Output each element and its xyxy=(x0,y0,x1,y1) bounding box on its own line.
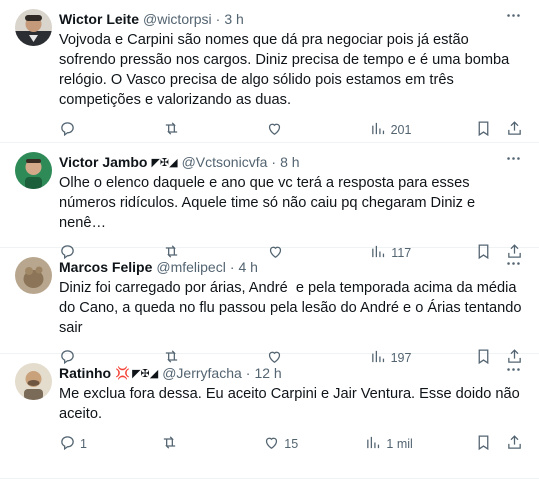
separator-dot: · xyxy=(229,259,235,275)
views-button[interactable]: 201 xyxy=(370,120,412,140)
more-icon xyxy=(505,255,522,277)
more-icon xyxy=(505,7,522,29)
tweet-text: Vojvoda e Carpini são nomes que dá pra n… xyxy=(59,32,514,108)
reply-count: 1 xyxy=(80,437,87,451)
bookmark-button[interactable] xyxy=(475,120,492,140)
share-button[interactable] xyxy=(506,120,523,140)
bookmark-icon xyxy=(475,120,492,140)
tweet-text: Olhe o elenco daquele e ano que vc terá … xyxy=(59,175,480,231)
flag-emoji: ◤✠◢ xyxy=(151,156,178,169)
author-name[interactable]: Ratinho xyxy=(59,365,111,381)
separator-dot: · xyxy=(271,154,277,170)
flag-badges: 💢 ◤✠◢ xyxy=(115,366,158,380)
author-name[interactable]: Wictor Leite xyxy=(59,11,139,27)
tweet-text: Diniz foi carregado por árias, André e p… xyxy=(59,280,526,336)
timestamp[interactable]: 3 h xyxy=(224,11,243,27)
reply-button[interactable]: 1 xyxy=(59,434,99,454)
author-handle[interactable]: @wictorpsi xyxy=(143,11,212,27)
timestamp[interactable]: 8 h xyxy=(280,154,299,170)
timestamp[interactable]: 4 h xyxy=(239,259,258,275)
more-options-button[interactable] xyxy=(503,364,523,380)
views-button[interactable]: 1 mil xyxy=(365,434,413,454)
share-icon xyxy=(506,120,523,140)
like-button[interactable] xyxy=(266,120,306,140)
views-icon xyxy=(365,434,382,454)
author-handle[interactable]: @mfelipecl xyxy=(156,259,225,275)
anger-emoji-icon: 💢 xyxy=(115,366,131,380)
reply-button[interactable] xyxy=(59,120,99,140)
like-icon xyxy=(266,120,283,140)
tweet[interactable]: Wictor Leite @wictorpsi · 3 h Vojvoda e … xyxy=(0,0,539,143)
reply-icon xyxy=(59,434,76,454)
more-icon xyxy=(505,361,522,383)
tweet-text: Me exclua fora dessa. Eu aceito Carpini … xyxy=(59,386,524,422)
views-count: 201 xyxy=(390,123,412,137)
like-icon xyxy=(263,434,280,454)
more-options-button[interactable] xyxy=(503,258,523,274)
like-button[interactable]: 15 xyxy=(263,434,303,454)
author-handle[interactable]: @Jerryfacha xyxy=(162,365,242,381)
views-count: 1 mil xyxy=(386,437,413,451)
avatar[interactable] xyxy=(15,257,52,294)
bookmark-icon xyxy=(475,434,492,454)
flag-emoji: ◤✠◢ xyxy=(132,367,159,380)
separator-dot: · xyxy=(245,365,251,381)
flag-badges: ◤✠◢ xyxy=(151,156,177,169)
timestamp[interactable]: 12 h xyxy=(254,365,281,381)
author-name[interactable]: Victor Jambo xyxy=(59,154,147,170)
more-options-button[interactable] xyxy=(503,10,523,26)
action-bar: 1 15 1 mil xyxy=(59,426,523,462)
retweet-icon xyxy=(163,120,180,140)
author-name[interactable]: Marcos Felipe xyxy=(59,259,152,275)
more-icon xyxy=(505,150,522,172)
more-options-button[interactable] xyxy=(503,153,523,169)
like-count: 15 xyxy=(284,437,299,451)
share-icon xyxy=(506,434,523,454)
tweet[interactable]: Ratinho 💢 ◤✠◢ @Jerryfacha · 12 h Me excl… xyxy=(0,354,539,479)
bookmark-button[interactable] xyxy=(475,434,492,454)
author-handle[interactable]: @Vctsonicvfa xyxy=(182,154,268,170)
tweet[interactable]: Marcos Felipe @mfelipecl · 4 h Diniz foi… xyxy=(0,248,539,365)
share-button[interactable] xyxy=(506,434,523,454)
separator-dot: · xyxy=(215,11,221,27)
reply-icon xyxy=(59,120,76,140)
avatar[interactable] xyxy=(15,152,52,189)
retweet-button[interactable] xyxy=(161,434,201,454)
views-icon xyxy=(370,120,387,140)
avatar[interactable] xyxy=(15,9,52,46)
retweet-button[interactable] xyxy=(163,120,203,140)
tweet[interactable]: Victor Jambo ◤✠◢ @Vctsonicvfa · 8 h Olhe… xyxy=(0,143,539,260)
avatar[interactable] xyxy=(15,363,52,400)
retweet-icon xyxy=(161,434,178,454)
